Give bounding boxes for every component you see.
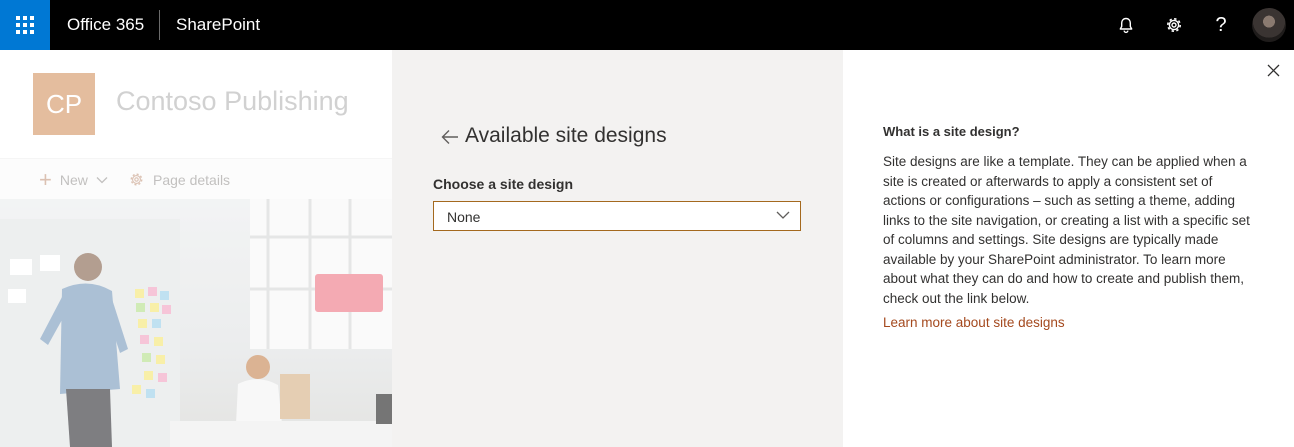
back-arrow-icon — [441, 130, 458, 144]
app-launcher-button[interactable] — [0, 0, 50, 50]
back-button[interactable] — [437, 124, 463, 150]
learn-more-link[interactable]: Learn more about site designs — [883, 315, 1065, 330]
page-overlay[interactable] — [0, 50, 392, 447]
notifications-button[interactable] — [1102, 0, 1150, 50]
suite-bar: Office 365 SharePoint ? — [0, 0, 1294, 50]
site-design-field-label: Choose a site design — [433, 176, 574, 192]
help-button[interactable]: ? — [1197, 0, 1245, 50]
chevron-down-icon — [776, 211, 790, 219]
suite-divider — [159, 10, 160, 40]
settings-button[interactable] — [1150, 0, 1198, 50]
panel-title: Available site designs — [465, 124, 667, 147]
office-365-brand[interactable]: Office 365 — [67, 0, 144, 50]
gear-icon — [1167, 18, 1181, 32]
bell-icon — [1119, 17, 1133, 34]
close-icon — [1267, 64, 1279, 76]
avatar[interactable] — [1252, 8, 1286, 42]
site-design-selected-value: None — [447, 209, 481, 225]
waffle-icon — [16, 16, 34, 34]
site-design-dropdown[interactable]: None — [433, 201, 801, 231]
close-panel-button[interactable] — [1262, 59, 1284, 81]
help-icon: ? — [1215, 13, 1227, 36]
info-heading: What is a site design? — [883, 124, 1020, 139]
info-description: Site designs are like a template. They c… — [883, 154, 1250, 306]
app-name[interactable]: SharePoint — [176, 0, 260, 50]
site-designs-panel-nav — [392, 50, 843, 447]
